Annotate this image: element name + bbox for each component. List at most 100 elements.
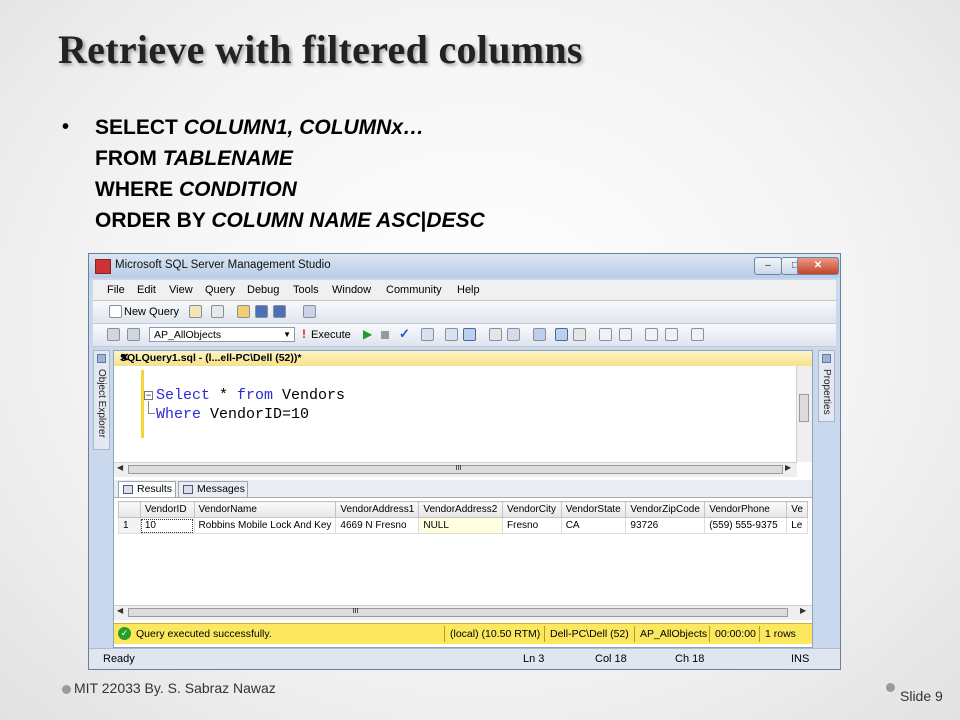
save-icon[interactable] xyxy=(255,305,268,318)
tab-results[interactable]: Results xyxy=(118,481,176,497)
status-column: Col 18 xyxy=(595,653,627,665)
sql-editor-toolbar: AP_AllObjects ▼ ! Execute ▶ ✓ xyxy=(93,324,836,347)
grid-header[interactable]: VendorAddress2 xyxy=(418,501,504,518)
menu-tools[interactable]: Tools xyxy=(293,284,319,296)
cancel-query-icon[interactable] xyxy=(381,331,389,339)
grid-cell[interactable]: Le xyxy=(786,517,808,534)
results-tab-strip: Results Messages xyxy=(114,480,812,498)
scroll-right-icon[interactable]: ▶ xyxy=(785,463,791,472)
connect-icon[interactable] xyxy=(107,328,120,341)
close-button[interactable]: ✕ xyxy=(797,257,839,275)
grid-cell[interactable]: 93726 xyxy=(625,517,706,534)
results-to-grid-active-icon[interactable] xyxy=(555,328,568,341)
menu-bar: File Edit View Query Debug Tools Window … xyxy=(93,280,836,301)
outline-bracket xyxy=(148,401,155,414)
scroll-right-icon[interactable]: ▶ xyxy=(800,606,806,615)
editor-line-2: Where VendorID=10 xyxy=(156,406,310,423)
close-tab-icon[interactable]: ✕ xyxy=(120,351,806,364)
scroll-left-icon[interactable]: ◀ xyxy=(117,606,123,615)
new-query-button[interactable]: New Query xyxy=(124,306,179,318)
grid-header[interactable]: VendorCity xyxy=(502,501,562,518)
results-horizontal-scrollbar[interactable]: ◀ III ▶ xyxy=(114,605,812,620)
decrease-indent-icon[interactable] xyxy=(645,328,658,341)
standard-toolbar: New Query xyxy=(93,301,836,324)
row-count: 1 rows xyxy=(765,628,796,640)
scroll-left-icon[interactable]: ◀ xyxy=(117,463,123,472)
server-info: (local) (10.50 RTM) xyxy=(450,628,541,640)
editor-horizontal-scrollbar[interactable]: ◀ III ▶ xyxy=(114,462,797,477)
editor-vertical-scrollbar[interactable] xyxy=(796,366,812,462)
execute-button[interactable]: Execute xyxy=(311,329,351,341)
results-to-file-icon[interactable] xyxy=(573,328,586,341)
properties-panel[interactable]: Properties xyxy=(818,350,835,422)
specify-template-values-icon[interactable] xyxy=(691,328,704,341)
status-line: Ln 3 xyxy=(523,653,545,665)
footer-author: MIT 22033 By. S. Sabraz Nawaz xyxy=(74,680,276,696)
comment-icon[interactable] xyxy=(599,328,612,341)
window-titlebar[interactable]: Microsoft SQL Server Management Studio –… xyxy=(89,254,840,278)
window-title: Microsoft SQL Server Management Studio xyxy=(115,259,331,271)
minimize-button[interactable]: – xyxy=(754,257,782,275)
database-engine-query-icon[interactable] xyxy=(189,305,202,318)
menu-window[interactable]: Window xyxy=(332,284,371,296)
menu-query[interactable]: Query xyxy=(205,284,235,296)
results-to-grid-icon[interactable] xyxy=(463,328,476,341)
results-to-text-icon[interactable] xyxy=(533,328,546,341)
grid-header[interactable]: Ve xyxy=(786,501,808,518)
grid-header[interactable]: VendorZipCode xyxy=(625,501,706,518)
query-designer-icon[interactable] xyxy=(445,328,458,341)
footer-dot-right xyxy=(886,683,895,692)
pin-icon[interactable] xyxy=(97,354,106,363)
client-statistics-icon[interactable] xyxy=(507,328,520,341)
scroll-thumb[interactable]: III xyxy=(128,608,788,617)
table-row[interactable]: 1 10 Robbins Mobile Lock And Key 4669 N … xyxy=(118,517,808,534)
object-explorer-panel[interactable]: Object Explorer xyxy=(93,350,110,450)
tab-messages[interactable]: Messages xyxy=(178,481,248,497)
menu-file[interactable]: File xyxy=(107,284,125,296)
uncomment-icon[interactable] xyxy=(619,328,632,341)
elapsed-time: 00:00:00 xyxy=(715,628,756,640)
change-marker xyxy=(141,370,144,438)
grid-cell[interactable]: (559) 555-9375 xyxy=(704,517,788,534)
available-databases-select[interactable]: AP_AllObjects ▼ xyxy=(149,327,295,342)
grid-cell[interactable]: 4669 N Fresno xyxy=(335,517,420,534)
menu-view[interactable]: View xyxy=(169,284,193,296)
parse-check-icon[interactable]: ✓ xyxy=(399,326,410,342)
grid-header[interactable]: VendorAddress1 xyxy=(335,501,420,518)
menu-edit[interactable]: Edit xyxy=(137,284,156,296)
grid-cell[interactable]: CA xyxy=(560,517,627,534)
copy-icon[interactable] xyxy=(211,305,224,318)
increase-indent-icon[interactable] xyxy=(665,328,678,341)
grid-header[interactable]: VendorState xyxy=(560,501,627,518)
grid-cell[interactable]: Fresno xyxy=(502,517,562,534)
ide-status-bar: Ready Ln 3 Col 18 Ch 18 INS xyxy=(89,648,840,669)
menu-debug[interactable]: Debug xyxy=(247,284,279,296)
open-folder-icon[interactable] xyxy=(237,305,250,318)
change-connection-icon[interactable] xyxy=(127,328,140,341)
grid-header[interactable]: VendorName xyxy=(193,501,337,518)
collapse-outline-icon[interactable]: − xyxy=(144,391,153,400)
grid-cell[interactable]: 10 xyxy=(139,517,195,534)
object-explorer-label: Object Explorer xyxy=(96,369,107,438)
grid-cell[interactable]: NULL xyxy=(418,517,504,534)
query-editor[interactable]: − Select * from Vendors Where VendorID=1… xyxy=(114,366,812,462)
display-estimated-plan-icon[interactable] xyxy=(421,328,434,341)
query-document: SQLQuery1.sql - (l...ell-PC\Dell (52))* … xyxy=(113,350,813,648)
grid-header[interactable]: VendorPhone xyxy=(704,501,788,518)
grid-header[interactable] xyxy=(118,501,141,518)
database-info: AP_AllObjects xyxy=(640,628,708,640)
row-number[interactable]: 1 xyxy=(118,517,141,534)
status-ready: Ready xyxy=(103,653,135,665)
debug-play-icon[interactable]: ▶ xyxy=(363,327,372,341)
tab-sqlquery1[interactable]: SQLQuery1.sql - (l...ell-PC\Dell (52))* … xyxy=(114,351,812,367)
scroll-thumb[interactable]: III xyxy=(128,465,783,474)
activity-monitor-icon[interactable] xyxy=(303,305,316,318)
grid-cell[interactable]: Robbins Mobile Lock And Key xyxy=(193,517,337,534)
menu-help[interactable]: Help xyxy=(457,284,480,296)
include-plan-icon[interactable] xyxy=(489,328,502,341)
save-all-icon[interactable] xyxy=(273,305,286,318)
pin-icon[interactable] xyxy=(822,354,831,363)
grid-header[interactable]: VendorID xyxy=(139,501,195,518)
scroll-thumb[interactable] xyxy=(799,394,809,422)
menu-community[interactable]: Community xyxy=(386,284,442,296)
